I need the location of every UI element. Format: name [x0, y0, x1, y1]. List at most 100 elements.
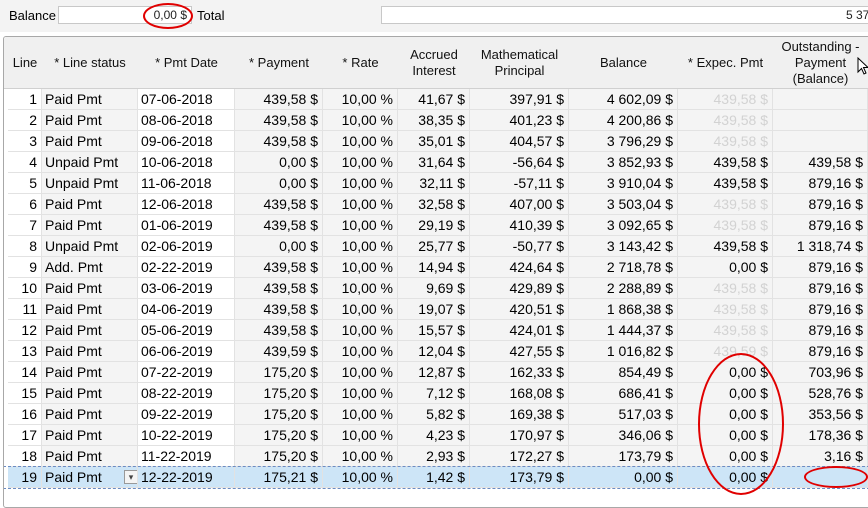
cell-payment[interactable]: 439,58 $ — [235, 299, 323, 320]
cell-expec[interactable]: 0,00 $ — [678, 257, 773, 278]
cell-line[interactable]: 8 — [8, 236, 42, 257]
cell-outstanding[interactable]: 879,16 $ — [773, 194, 868, 215]
table-row[interactable]: 16 Paid Pmt 09-22-2019 175,20 $ 10,00 % 5,82 … — [4, 404, 868, 425]
cell-expec[interactable]: 0,00 $ — [678, 467, 773, 488]
cell-balance[interactable]: 3 852,93 $ — [569, 152, 678, 173]
cell-status[interactable]: Paid Pmt — [42, 194, 138, 215]
cell-payment[interactable]: 175,21 $ — [235, 467, 323, 488]
cell-status[interactable]: Paid Pmt — [42, 299, 138, 320]
cell-balance[interactable]: 1 444,37 $ — [569, 320, 678, 341]
header-balance[interactable]: Balance — [569, 37, 678, 88]
cell-balance[interactable]: 3 910,04 $ — [569, 173, 678, 194]
cell-status[interactable]: Add. Pmt — [42, 257, 138, 278]
table-row[interactable]: 14 Paid Pmt 07-22-2019 175,20 $ 10,00 % 12,87… — [4, 362, 868, 383]
table-row[interactable]: 2 Paid Pmt 08-06-2018 439,58 $ 10,00 % 38,35 … — [4, 110, 868, 131]
cell-rate[interactable]: 10,00 % — [323, 257, 398, 278]
cell-date[interactable]: 12-22-2019 — [138, 467, 235, 488]
cell-rate[interactable]: 10,00 % — [323, 236, 398, 257]
cell-rate[interactable]: 10,00 % — [323, 446, 398, 467]
cell-interest[interactable]: 32,58 $ — [398, 194, 470, 215]
total-field[interactable]: 5 372 — [381, 6, 868, 24]
cell-expec[interactable]: 439,58 $ — [678, 194, 773, 215]
table-row[interactable]: 19 Paid Pmt ▾ 12-22-2019 175,21 $ 10,00 % 1,42… — [4, 466, 868, 489]
cell-outstanding[interactable]: 1 318,74 $ — [773, 236, 868, 257]
cell-payment[interactable]: 439,58 $ — [235, 278, 323, 299]
cell-line[interactable]: 19 — [8, 467, 42, 488]
cell-status[interactable]: Paid Pmt — [42, 110, 138, 131]
cell-line[interactable]: 1 — [8, 89, 42, 110]
cell-status[interactable]: Paid Pmt — [42, 278, 138, 299]
cell-expec[interactable]: 439,58 $ — [678, 173, 773, 194]
cell-rate[interactable]: 10,00 % — [323, 194, 398, 215]
cell-date[interactable]: 05-06-2019 — [138, 320, 235, 341]
cell-rate[interactable]: 10,00 % — [323, 173, 398, 194]
cell-balance[interactable]: 854,49 $ — [569, 362, 678, 383]
cell-interest[interactable]: 25,77 $ — [398, 236, 470, 257]
header-accrued-interest[interactable]: Accrued Interest — [398, 37, 470, 88]
cell-principal[interactable]: 168,08 $ — [470, 383, 569, 404]
cell-interest[interactable]: 2,93 $ — [398, 446, 470, 467]
table-row[interactable]: 7 Paid Pmt 01-06-2019 439,58 $ 10,00 % 29,19 … — [4, 215, 868, 236]
cell-principal[interactable]: 404,57 $ — [470, 131, 569, 152]
cell-interest[interactable]: 29,19 $ — [398, 215, 470, 236]
cell-status[interactable]: Unpaid Pmt — [42, 236, 138, 257]
cell-balance[interactable]: 3 796,29 $ — [569, 131, 678, 152]
cell-status[interactable]: Paid Pmt — [42, 425, 138, 446]
cell-principal[interactable]: 424,01 $ — [470, 320, 569, 341]
cell-line[interactable]: 15 — [8, 383, 42, 404]
table-row[interactable]: 12 Paid Pmt 05-06-2019 439,58 $ 10,00 % 15,57… — [4, 320, 868, 341]
cell-line[interactable]: 7 — [8, 215, 42, 236]
cell-date[interactable]: 09-22-2019 — [138, 404, 235, 425]
cell-outstanding[interactable] — [773, 110, 868, 131]
cell-status[interactable]: Paid Pmt — [42, 215, 138, 236]
cell-balance[interactable]: 346,06 $ — [569, 425, 678, 446]
cell-expec[interactable]: 439,58 $ — [678, 152, 773, 173]
cell-principal[interactable]: 169,38 $ — [470, 404, 569, 425]
cell-balance[interactable]: 2 288,89 $ — [569, 278, 678, 299]
cell-payment[interactable]: 0,00 $ — [235, 152, 323, 173]
cell-rate[interactable]: 10,00 % — [323, 425, 398, 446]
cell-status[interactable]: Paid Pmt — [42, 404, 138, 425]
cell-interest[interactable]: 7,12 $ — [398, 383, 470, 404]
cell-expec[interactable]: 0,00 $ — [678, 362, 773, 383]
cell-line[interactable]: 9 — [8, 257, 42, 278]
cell-outstanding[interactable]: 879,16 $ — [773, 257, 868, 278]
cell-payment[interactable]: 439,58 $ — [235, 89, 323, 110]
table-row[interactable]: 4 Unpaid Pmt 10-06-2018 0,00 $ 10,00 % 31,64 … — [4, 152, 868, 173]
table-row[interactable]: 8 Unpaid Pmt 02-06-2019 0,00 $ 10,00 % 25,77 … — [4, 236, 868, 257]
cell-payment[interactable]: 175,20 $ — [235, 362, 323, 383]
cell-line[interactable]: 16 — [8, 404, 42, 425]
cell-line[interactable]: 14 — [8, 362, 42, 383]
table-row[interactable]: 5 Unpaid Pmt 11-06-2018 0,00 $ 10,00 % 32,11 … — [4, 173, 868, 194]
cell-expec[interactable]: 439,58 $ — [678, 278, 773, 299]
cell-date[interactable]: 06-06-2019 — [138, 341, 235, 362]
table-row[interactable]: 10 Paid Pmt 03-06-2019 439,58 $ 10,00 % 9,69 … — [4, 278, 868, 299]
cell-balance[interactable]: 3 143,42 $ — [569, 236, 678, 257]
cell-principal[interactable]: 172,27 $ — [470, 446, 569, 467]
cell-outstanding[interactable]: 879,16 $ — [773, 320, 868, 341]
table-row[interactable]: 3 Paid Pmt 09-06-2018 439,58 $ 10,00 % 35,01 … — [4, 131, 868, 152]
cell-payment[interactable]: 439,58 $ — [235, 131, 323, 152]
cell-balance[interactable]: 4 602,09 $ — [569, 89, 678, 110]
cell-outstanding[interactable]: 439,58 $ — [773, 152, 868, 173]
cell-interest[interactable]: 12,87 $ — [398, 362, 470, 383]
cell-date[interactable]: 11-06-2018 — [138, 173, 235, 194]
cell-expec[interactable]: 439,58 $ — [678, 215, 773, 236]
cell-line[interactable]: 5 — [8, 173, 42, 194]
table-row[interactable]: 13 Paid Pmt 06-06-2019 439,59 $ 10,00 % 12,04… — [4, 341, 868, 362]
cell-date[interactable]: 12-06-2018 — [138, 194, 235, 215]
cell-balance[interactable]: 3 503,04 $ — [569, 194, 678, 215]
cell-line[interactable]: 11 — [8, 299, 42, 320]
cell-status[interactable]: Paid Pmt — [42, 89, 138, 110]
cell-rate[interactable]: 10,00 % — [323, 341, 398, 362]
cell-date[interactable]: 03-06-2019 — [138, 278, 235, 299]
cell-line[interactable]: 3 — [8, 131, 42, 152]
cell-expec[interactable]: 0,00 $ — [678, 404, 773, 425]
cell-status[interactable]: Paid Pmt — [42, 446, 138, 467]
cell-interest[interactable]: 9,69 $ — [398, 278, 470, 299]
cell-date[interactable]: 09-06-2018 — [138, 131, 235, 152]
cell-rate[interactable]: 10,00 % — [323, 320, 398, 341]
header-line-status[interactable]: * Line status — [42, 37, 138, 88]
cell-expec[interactable]: 439,59 $ — [678, 341, 773, 362]
cell-status[interactable]: Paid Pmt — [42, 341, 138, 362]
